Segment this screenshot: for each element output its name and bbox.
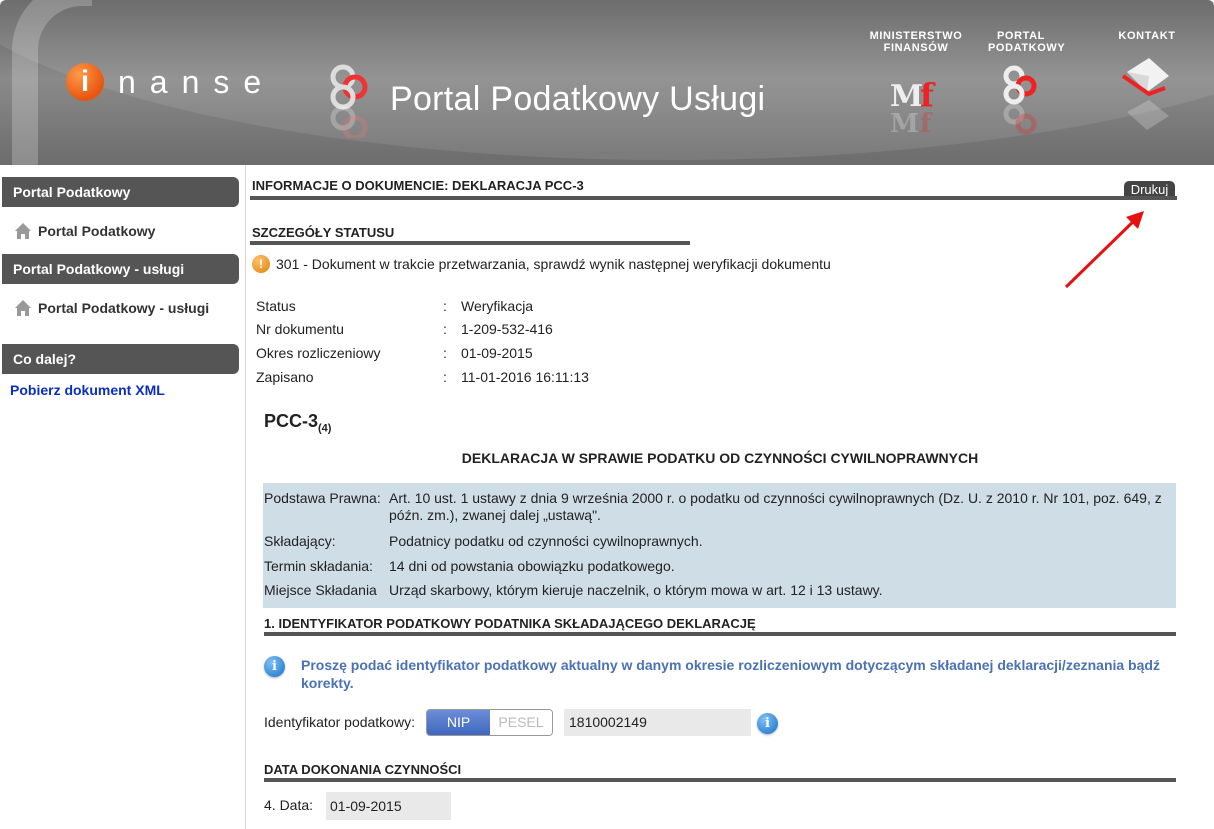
status-message: ! 301 - Dokument w trakcie przetwarzania…	[252, 255, 831, 273]
detail-separator: :	[443, 298, 447, 314]
tax-id-info-icon[interactable]: i	[757, 713, 778, 734]
sidebar-item-portal-podatkowy[interactable]: Portal Podatkowy	[14, 222, 155, 240]
date-field[interactable]: 01-09-2015	[326, 792, 451, 820]
title-divider	[250, 196, 1177, 200]
detail-key: Okres rozliczeniowy	[256, 345, 381, 361]
annotation-arrow-icon	[1064, 211, 1144, 289]
info-label: Termin składania:	[264, 558, 373, 574]
info-label: Składający:	[264, 533, 336, 549]
tax-id-field[interactable]: 1810002149	[564, 709, 751, 736]
ministry-line1: MINISTERSTWO	[869, 30, 963, 42]
status-section-heading: SZCZEGÓŁY STATUSU	[252, 225, 395, 240]
info-label: Miejsce Składania	[264, 582, 377, 598]
section-taxpayer-divider	[264, 632, 1176, 636]
form-version: (4)	[318, 422, 332, 435]
detail-key: Status	[256, 298, 296, 314]
info-value: Urząd skarbowy, którym kieruje naczelnik…	[389, 582, 883, 598]
status-message-text: 301 - Dokument w trakcie przetwarzania, …	[276, 256, 831, 272]
svg-text:M: M	[890, 109, 919, 139]
sidebar-item-label: Portal Podatkowy	[38, 223, 156, 239]
logo-text: nanse	[118, 63, 276, 100]
date-label: 4. Data:	[264, 797, 314, 813]
home-icon	[15, 300, 31, 316]
detail-value: 01-09-2015	[461, 345, 533, 361]
section-date-heading: DATA DOKONANIA CZYNNOŚCI	[264, 762, 462, 777]
nip-option[interactable]: NIP	[427, 710, 490, 735]
kontakt-label: KONTAKT	[1118, 30, 1176, 42]
kontakt-link[interactable]: KONTAKT	[1116, 30, 1178, 142]
logo-i-ball: i	[66, 63, 104, 101]
sidebar-heading-uslugi: Portal Podatkowy - usługi	[2, 254, 239, 284]
download-xml-link[interactable]: Pobierz dokument XML	[10, 382, 165, 398]
sidebar-heading-portal: Portal Podatkowy	[2, 177, 239, 207]
section-date-divider	[264, 778, 1176, 782]
pesel-option[interactable]: PESEL	[490, 710, 552, 735]
id-type-toggle[interactable]: NIP PESEL	[426, 709, 553, 736]
portal-podatkowy-link[interactable]: PORTAL PODATKOWY	[988, 30, 1065, 144]
detail-separator: :	[443, 369, 447, 385]
id-hint: i Proszę podać identyfikator podatkowy a…	[264, 656, 1161, 692]
sidebar-item-portal-uslugi[interactable]: Portal Podatkowy - usługi	[14, 299, 209, 317]
ministry-line2: FINANSÓW	[883, 42, 949, 54]
finanse-logo[interactable]: i nanse	[66, 63, 275, 101]
warning-icon: !	[252, 255, 270, 273]
sidebar-heading-co-dalej: Co dalej?	[2, 344, 239, 374]
info-value: 14 dni od powstania obowiązku podatkoweg…	[389, 558, 675, 574]
portal-logo-icon	[330, 64, 368, 138]
section-taxpayer-id-heading: 1. IDENTYFIKATOR PODATKOWY PODATNIKA SKŁ…	[264, 616, 756, 631]
tax-id-label: Identyfikator podatkowy:	[264, 714, 415, 730]
info-label: Podstawa Prawna:	[264, 490, 381, 506]
portal-podatkowy-icon	[1003, 65, 1037, 135]
detail-value: 11-01-2016 16:11:13	[461, 369, 589, 385]
detail-separator: :	[443, 321, 447, 337]
detail-value: Weryfikacja	[461, 298, 534, 314]
ministry-link[interactable]: MINISTERSTWO FINANSÓW M f M f	[866, 30, 966, 142]
sidebar-item-label: Portal Podatkowy - usługi	[38, 300, 210, 316]
portal-line1: PORTAL	[996, 30, 1045, 42]
page-title: INFORMACJE O DOKUMENCIE: DEKLARACJA PCC-…	[252, 178, 584, 193]
id-hint-text: Proszę podać identyfikator podatkowy akt…	[301, 657, 1160, 691]
form-code: PCC-3(4)	[264, 411, 331, 435]
status-divider	[250, 241, 690, 245]
header-banner: i nanse Portal Podatkowy Usługi MINISTER…	[0, 0, 1214, 165]
home-icon	[15, 223, 31, 239]
info-value: Podatnicy podatku od czynności cywilnopr…	[389, 533, 703, 549]
portal-title: Portal Podatkowy Usługi	[326, 60, 765, 138]
detail-value: 1-209-532-416	[461, 321, 553, 337]
left-sidebar: Portal Podatkowy Portal Podatkowy Portal…	[0, 165, 246, 829]
detail-key: Nr dokumentu	[256, 321, 344, 337]
ministry-mf-icon: M f M f	[890, 76, 935, 139]
info-icon: i	[264, 656, 285, 677]
form-code-text: PCC-3	[264, 411, 319, 431]
legal-info-box: Podstawa Prawna: Art. 10 ust. 1 ustawy z…	[263, 483, 1176, 608]
declaration-title: DEKLARACJA W SPRAWIE PODATKU OD CZYNNOŚC…	[461, 450, 979, 466]
portal-title-text: Portal Podatkowy Usługi	[390, 79, 766, 118]
svg-text:f: f	[920, 109, 933, 139]
envelope-icon	[1121, 58, 1169, 130]
detail-separator: :	[443, 345, 447, 361]
info-value: Art. 10 ust. 1 ustawy z dnia 9 września …	[389, 490, 1162, 523]
detail-key: Zapisano	[256, 369, 314, 385]
portal-line2: PODATKOWY	[988, 42, 1066, 54]
